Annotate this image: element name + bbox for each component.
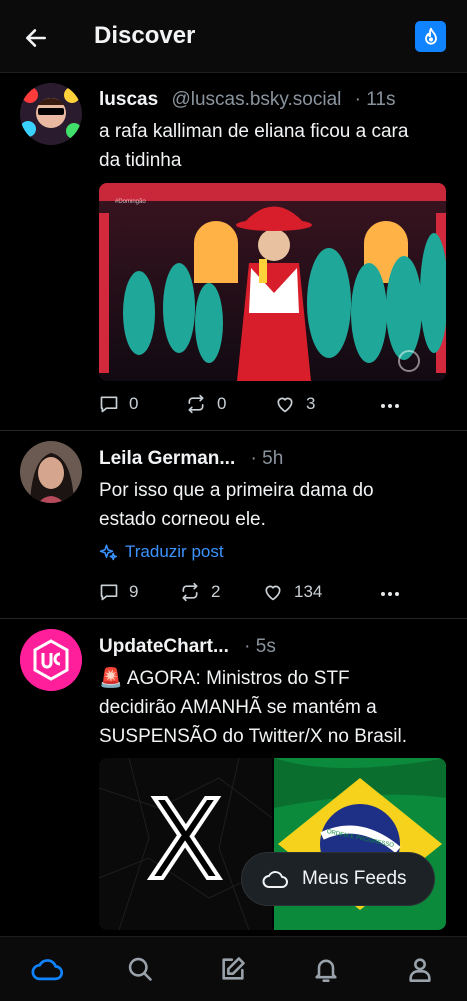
my-feeds-label: Meus Feeds	[302, 868, 407, 889]
post-text: 🚨 AGORA: Ministros do STF decidirão AMAN…	[99, 664, 459, 751]
bell-icon	[315, 959, 337, 982]
repost-count: 2	[211, 582, 221, 601]
translate-post-link[interactable]: Traduzir post	[99, 542, 224, 562]
feed-post[interactable]: Leila German... · 5h Por isso que a prim…	[0, 431, 467, 619]
post-time: · 11s	[354, 89, 396, 110]
heart-icon	[265, 585, 281, 601]
nav-search[interactable]	[124, 953, 156, 985]
my-feeds-button[interactable]: Meus Feeds	[241, 852, 435, 906]
like-count: 3	[306, 394, 316, 413]
heart-icon	[277, 397, 293, 413]
post-text-line: 🚨 AGORA: Ministros do STF	[99, 668, 350, 689]
x-logo-text: X	[147, 776, 222, 904]
post-text-line: decidirão AMANHÃ se mantém a	[99, 697, 377, 718]
arrow-left-icon	[26, 29, 46, 47]
more-dots-icon	[381, 592, 399, 596]
avatar-image	[20, 83, 82, 145]
more-dots-icon	[381, 404, 399, 408]
reply-button[interactable]: 9	[99, 582, 138, 602]
translate-label: Traduzir post	[125, 542, 224, 561]
cloud-icon	[262, 871, 288, 888]
avatar[interactable]	[20, 83, 82, 145]
more-options-button[interactable]	[380, 584, 400, 609]
page-title: Discover	[94, 22, 196, 49]
flame-icon	[424, 27, 437, 45]
x-logo-image: X	[99, 758, 272, 930]
reply-count: 0	[129, 394, 139, 413]
post-text: Por isso que a primeira dama do estado c…	[99, 476, 449, 534]
nav-profile[interactable]	[404, 953, 436, 985]
author-name[interactable]: UpdateChart...	[99, 636, 229, 657]
back-button[interactable]	[18, 20, 54, 56]
like-count: 134	[294, 582, 323, 601]
sparkle-icon	[99, 544, 117, 561]
reply-count: 9	[129, 582, 139, 601]
author-name[interactable]: Leila German...	[99, 448, 235, 469]
post-header: luscas @luscas.bsky.social · 11s	[99, 89, 396, 111]
post-text-line: SUSPENSÃO do Twitter/X no Brasil.	[99, 726, 407, 747]
post-time: · 5h	[250, 448, 284, 469]
avatar-logo	[20, 629, 82, 691]
search-icon	[128, 957, 152, 981]
repost-icon	[188, 394, 204, 414]
post-header: UpdateChart... · 5s	[99, 636, 276, 658]
post-actions: 9 2 134	[99, 582, 419, 610]
profile-icon	[409, 958, 431, 982]
avatar-image	[20, 441, 82, 503]
reply-icon	[100, 396, 118, 413]
post-image-left[interactable]: X	[99, 758, 272, 930]
like-button[interactable]: 134	[262, 582, 322, 602]
avatar[interactable]	[20, 629, 82, 691]
post-time: · 5s	[244, 636, 276, 657]
nav-compose[interactable]	[217, 953, 249, 985]
repost-count: 0	[217, 394, 227, 413]
image-overlay-text: #Domingão	[115, 199, 146, 205]
post-text-line: Por isso que a primeira dama do	[99, 480, 374, 501]
like-button[interactable]: 3	[274, 394, 315, 414]
repost-button[interactable]: 0	[185, 394, 226, 414]
nav-notifications[interactable]	[310, 953, 342, 985]
post-header: Leila German... · 5h	[99, 448, 283, 470]
post-text-line: da tidinha	[99, 150, 182, 171]
top-bar: Discover	[0, 0, 467, 73]
feed-post[interactable]: luscas @luscas.bsky.social · 11s a rafa …	[0, 73, 467, 431]
repost-icon	[182, 582, 198, 602]
home-cloud-icon	[31, 959, 63, 981]
avatar[interactable]	[20, 441, 82, 503]
more-options-button[interactable]	[380, 396, 400, 421]
repost-button[interactable]: 2	[179, 582, 220, 602]
post-actions: 0 0 3	[99, 394, 419, 422]
author-name[interactable]: luscas	[99, 89, 158, 110]
nav-home[interactable]	[31, 953, 63, 985]
reply-button[interactable]: 0	[99, 394, 138, 414]
post-text-line: estado corneou ele.	[99, 509, 266, 530]
post-text-line: a rafa kalliman de eliana ficou a cara	[99, 121, 409, 142]
post-text: a rafa kalliman de eliana ficou a cara d…	[99, 117, 449, 175]
author-handle[interactable]: @luscas.bsky.social	[171, 89, 341, 110]
compose-icon	[222, 957, 245, 980]
bottom-nav	[0, 936, 467, 1001]
reply-icon	[100, 584, 118, 601]
tv-stage-image: #Domingão	[99, 183, 446, 381]
feed-flame-button[interactable]	[415, 21, 446, 52]
post-image[interactable]: #Domingão	[99, 183, 446, 381]
